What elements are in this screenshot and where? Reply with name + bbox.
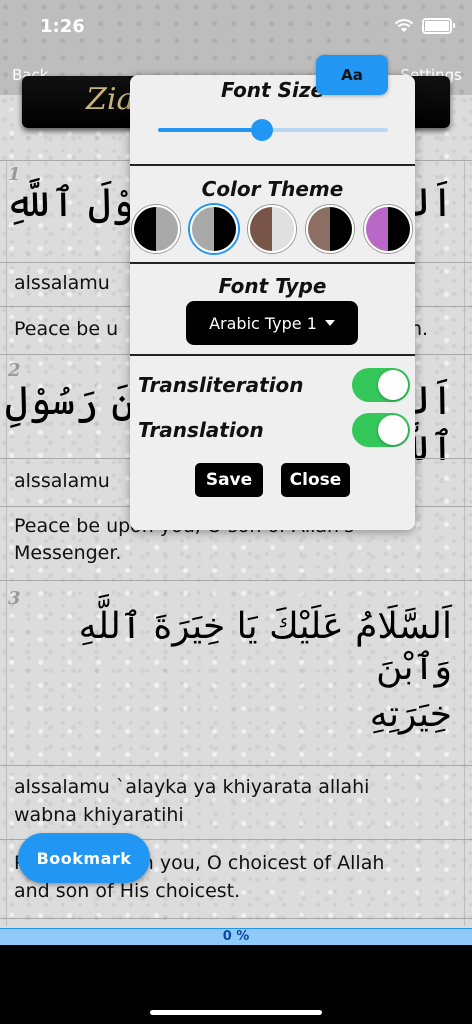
translation-3-line2: and son of His choicest. — [14, 880, 241, 902]
color-theme-swatch-2[interactable] — [190, 205, 238, 253]
close-button[interactable]: Close — [281, 463, 350, 497]
transliteration-3-line1: alssalamu `alayka ya khiyarata allahi — [14, 776, 370, 798]
swatch-right-half — [156, 207, 178, 251]
battery-icon — [422, 18, 455, 34]
color-theme-swatch-3[interactable] — [248, 205, 296, 253]
font-type-title: Font Type — [218, 274, 327, 298]
color-theme-swatches — [132, 205, 414, 253]
swatch-left-half — [250, 207, 272, 251]
transliteration-toggle[interactable] — [352, 368, 410, 402]
status-time: 1:26 — [40, 16, 85, 37]
font-size-slider-thumb[interactable] — [250, 119, 273, 141]
progress-text: 0 % — [222, 929, 250, 944]
swatch-left-half — [192, 207, 214, 251]
transliteration-label: Transliteration — [138, 373, 304, 397]
font-type-dropdown[interactable]: Arabic Type 1 — [186, 301, 358, 345]
transliteration-3-line2: wabna khiyaratihi — [14, 804, 184, 826]
margin-line-right — [464, 160, 465, 926]
swatch-right-half — [214, 207, 236, 251]
color-theme-swatch-4[interactable] — [306, 205, 354, 253]
settings-panel: Font Size Color Theme Font Type Arabic T… — [130, 75, 415, 530]
row-divider — [0, 765, 472, 766]
home-indicator[interactable] — [150, 1010, 322, 1015]
translation-1: Peace be u — [14, 318, 119, 340]
reading-progress-bar: 0 % — [0, 928, 472, 945]
translation-2-line2: Messenger. — [14, 542, 122, 564]
caret-down-icon — [324, 320, 335, 326]
font-type-value: Arabic Type 1 — [209, 313, 317, 333]
color-theme-swatch-5[interactable] — [364, 205, 412, 253]
margin-line-left — [6, 160, 7, 926]
swatch-right-half — [388, 207, 410, 251]
font-settings-button[interactable]: Aa — [316, 55, 388, 95]
save-button[interactable]: Save — [195, 463, 263, 497]
swatch-left-half — [134, 207, 156, 251]
swatch-left-half — [366, 207, 388, 251]
panel-divider — [130, 262, 415, 264]
toggle-knob — [378, 415, 408, 445]
swatch-left-half — [308, 207, 330, 251]
row-divider — [0, 918, 472, 919]
panel-divider — [130, 354, 415, 356]
color-theme-title: Color Theme — [201, 177, 344, 201]
toggle-knob — [378, 370, 408, 400]
page-title: Zia — [86, 82, 135, 117]
transliteration-1: alssalamu — [14, 272, 110, 294]
translation-label: Translation — [138, 418, 264, 442]
arabic-text-3-line2: خِيَرَتِهِ — [369, 694, 452, 735]
bookmark-button[interactable]: Bookmark — [18, 833, 150, 883]
wifi-icon — [394, 19, 414, 33]
font-size-slider-fill — [158, 128, 262, 132]
panel-divider — [130, 164, 415, 166]
arabic-text-3-line1: اَلسَّلَامُ عَلَيْكَ يَا خِيَرَةَ ٱللَّه… — [78, 606, 452, 688]
swatch-right-half — [272, 207, 294, 251]
font-size-slider[interactable] — [158, 119, 388, 141]
swatch-right-half — [330, 207, 352, 251]
transliteration-2: alssalamu — [14, 470, 110, 492]
row-divider — [0, 580, 472, 581]
status-icons — [394, 18, 455, 34]
color-theme-swatch-1[interactable] — [132, 205, 180, 253]
translation-toggle[interactable] — [352, 413, 410, 447]
